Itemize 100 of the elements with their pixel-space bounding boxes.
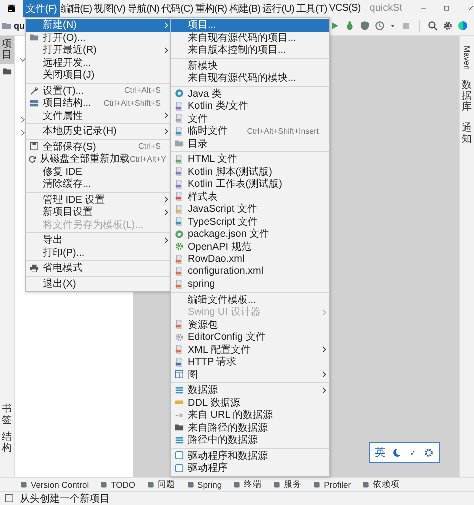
menu-item[interactable]: package.json 文件 xyxy=(171,228,329,240)
menu-item[interactable]: HTTP 请求 xyxy=(171,356,329,368)
menu-bar-item[interactable]: 运行(U) xyxy=(262,0,296,17)
search-icon[interactable] xyxy=(428,21,438,31)
tool-window-button[interactable]: 终端 xyxy=(233,478,262,490)
menu-item[interactable]: RowDao.xml xyxy=(171,253,329,266)
database-icon xyxy=(174,386,184,395)
input-method-widget[interactable]: 英 xyxy=(369,442,440,463)
menu-item[interactable]: 驱动程序和数据源 xyxy=(171,450,329,462)
menu-item[interactable]: 驱动程序 xyxy=(171,462,329,474)
menu-item[interactable]: HTML 文件 xyxy=(171,153,329,166)
menu-item[interactable]: OpenAPI 规范 xyxy=(171,240,329,253)
menu-item[interactable]: 资源包 xyxy=(171,318,329,331)
language-label[interactable]: 英 xyxy=(375,445,386,460)
document-icon xyxy=(174,267,184,276)
document-icon xyxy=(174,358,184,367)
shield-icon[interactable] xyxy=(360,21,370,31)
tool-window-button[interactable]: 问题 xyxy=(146,478,176,490)
menu-item[interactable]: 来自现有源代码的模块... xyxy=(171,72,329,84)
menu-item[interactable]: JavaScript 文件 xyxy=(171,203,329,216)
menu-item[interactable]: 编辑文件模板... xyxy=(171,294,329,306)
moon-icon[interactable] xyxy=(392,448,402,458)
menu-item[interactable]: DDL 数据源 xyxy=(171,396,329,409)
menu-bar-item[interactable]: VCS(S) xyxy=(328,0,362,17)
plug-icon xyxy=(174,410,184,420)
menu-item[interactable]: spring xyxy=(171,278,329,290)
menu-item[interactable]: 远程开发... xyxy=(26,56,171,69)
menu-item[interactable]: 项目结构... Ctrl+Alt+Shift+S xyxy=(26,97,171,110)
menu-item[interactable]: 来自版本控制的项目... xyxy=(171,44,329,56)
menu-item[interactable]: 路径中的数据源 xyxy=(171,434,329,446)
menu-item[interactable]: 新模块 xyxy=(171,60,329,72)
menu-item[interactable]: 退出(X) xyxy=(26,278,171,290)
tool-window-tab[interactable]: 结构 xyxy=(0,429,14,457)
tool-window-tab[interactable]: 项目 xyxy=(0,36,14,64)
plugin-logo-icon[interactable] xyxy=(458,21,468,31)
tool-window-button[interactable]: Spring xyxy=(186,480,222,490)
menu-item[interactable]: 全部保存(S) Ctrl+S xyxy=(26,140,171,153)
menu-item[interactable]: 修复 IDE xyxy=(26,166,171,178)
menu-item[interactable]: 数据源 xyxy=(171,384,329,396)
folder-icon xyxy=(30,33,38,42)
menu-item[interactable]: Kotlin 类/文件 xyxy=(171,100,329,112)
project-name[interactable]: qu xyxy=(14,21,25,31)
menu-item[interactable]: 来自路径的数据源 xyxy=(171,422,329,434)
square-icon xyxy=(362,480,370,488)
bug-icon[interactable] xyxy=(345,21,355,31)
tag-icon xyxy=(174,398,184,408)
menu-item[interactable]: 从磁盘全部重新加载Ctrl+Alt+Y xyxy=(26,153,171,166)
menu-bar-item[interactable]: 文件(F) xyxy=(23,0,60,17)
menu-item[interactable]: 新项目设置 xyxy=(26,206,171,218)
caret-icon[interactable] xyxy=(390,23,396,29)
menu-item[interactable]: TypeScript 文件 xyxy=(171,216,329,228)
menu-item[interactable]: Kotlin 工作表(测试版) xyxy=(171,178,329,190)
menu-item[interactable]: 关闭项目(J) xyxy=(26,69,171,82)
menu-bar-item[interactable]: 导航(N) xyxy=(126,0,160,17)
menu-item[interactable]: 目录 xyxy=(171,138,329,150)
maximize-icon[interactable] xyxy=(444,4,450,13)
tool-window-tab[interactable]: 通知 xyxy=(462,123,472,146)
menu-item[interactable]: 项目... xyxy=(171,19,329,32)
menu-item[interactable]: 临时文件 Ctrl+Alt+Shift+Insert xyxy=(171,125,329,138)
tool-window-tab[interactable]: 书签 xyxy=(0,401,14,429)
menu-bar-item[interactable]: 重构(R) xyxy=(194,0,228,17)
tool-window-button[interactable]: TODO xyxy=(100,480,136,490)
menu-item[interactable]: EditorConfig 文件 xyxy=(171,331,329,344)
menu-item[interactable]: 打开(O)... xyxy=(26,32,171,44)
menu-item[interactable]: Kotlin 脚本(测试版) xyxy=(171,166,329,178)
menu-item[interactable]: 本地历史记录(H) xyxy=(26,125,171,138)
tool-window-button[interactable]: 依赖项 xyxy=(362,478,400,490)
menu-item[interactable]: 管理 IDE 设置 xyxy=(26,194,171,206)
menu-item[interactable]: 打印(P)... xyxy=(26,246,171,259)
menu-bar-item[interactable]: 代码(C) xyxy=(160,0,194,17)
clock-icon[interactable] xyxy=(375,21,385,31)
menu-item[interactable]: 设置(T)... Ctrl+Alt+S xyxy=(26,84,171,97)
menu-bar-item[interactable]: 工具(T) xyxy=(295,0,328,17)
tool-window-button[interactable]: Profiler xyxy=(313,480,352,490)
menu-item[interactable]: 省电模式 xyxy=(26,262,171,274)
settings-icon[interactable] xyxy=(443,21,453,31)
tool-window-tab[interactable]: 数据库 xyxy=(462,80,472,114)
menu-item[interactable]: 来自现有源代码的项目... xyxy=(171,32,329,44)
menu-item[interactable]: 导出 xyxy=(26,234,171,246)
menu-item[interactable]: 文件属性 xyxy=(26,110,171,122)
menu-bar-item[interactable]: 编辑(E) xyxy=(60,0,94,17)
menu-item[interactable]: configuration.xml xyxy=(171,266,329,278)
menu-item[interactable]: Java 类 xyxy=(171,88,329,100)
menu-item[interactable]: 文件 xyxy=(171,112,329,125)
tool-window-button[interactable]: Version Control xyxy=(20,480,90,490)
menu-item[interactable]: 新建(N) xyxy=(26,19,171,32)
menu-item[interactable]: 图 xyxy=(171,368,329,381)
settings-icon[interactable] xyxy=(424,448,434,458)
menu-item[interactable]: 打开最近(R) xyxy=(26,44,171,56)
menu-bar-item[interactable]: 视图(V) xyxy=(93,0,127,17)
document-icon xyxy=(174,320,184,330)
menu-item[interactable]: 样式表 xyxy=(171,190,329,203)
menu-bar-item[interactable]: 构建(B) xyxy=(228,0,262,17)
menu-item[interactable]: 清除缓存... xyxy=(26,178,171,190)
tool-window-tab[interactable]: Maven xyxy=(462,46,472,70)
close-icon[interactable] xyxy=(468,4,474,13)
run-icon[interactable] xyxy=(330,21,340,31)
menu-item[interactable]: 来自 URL 的数据源 xyxy=(171,409,329,422)
menu-item[interactable]: XML 配置文件 xyxy=(171,344,329,356)
tool-window-button[interactable]: 服务 xyxy=(273,478,302,490)
